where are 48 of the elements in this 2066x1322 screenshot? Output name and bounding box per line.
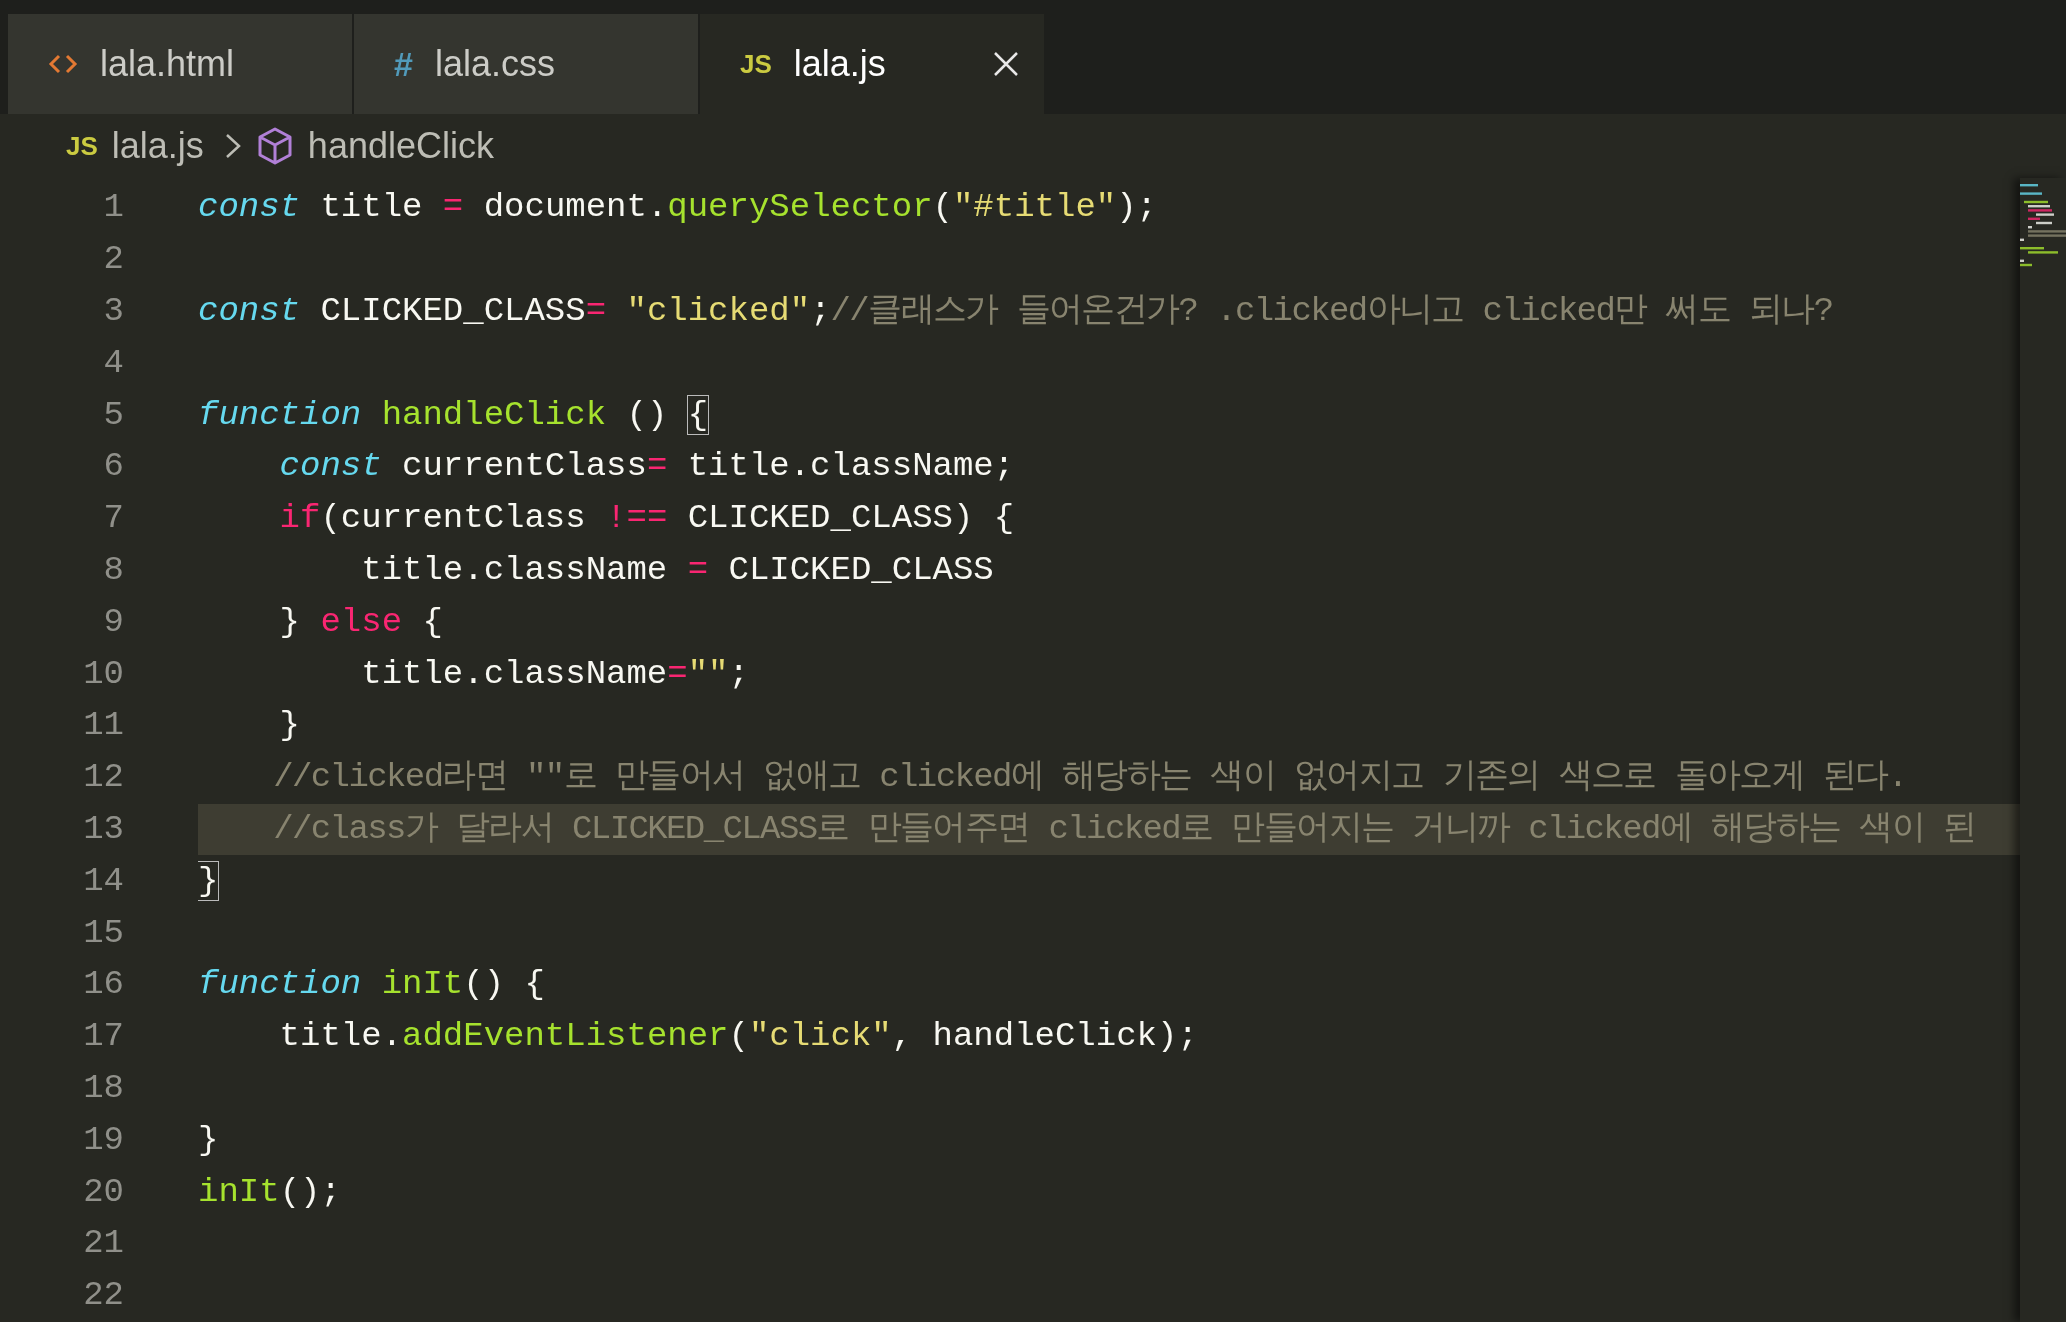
breadcrumb-item[interactable]: handleClick xyxy=(307,119,494,173)
line-number: 10 xyxy=(82,653,124,695)
line-number: 17 xyxy=(82,1016,124,1058)
code-line: const CLICKED_CLASS= "clicked";//클래스가 들어온건가? .clicked아니고 clicked만 써도 되나? xyxy=(198,291,1833,332)
js-icon: JS xyxy=(740,44,772,84)
code-line: function inIt() { xyxy=(198,964,545,1006)
code-line: } xyxy=(198,1119,219,1161)
line-number: 5 xyxy=(102,394,124,436)
line-number: 9 xyxy=(102,601,124,643)
js-icon: JS xyxy=(66,126,98,166)
editor-tab[interactable]: # lala.css xyxy=(354,14,698,114)
hash-icon: # xyxy=(394,38,413,90)
line-number: 6 xyxy=(102,446,124,488)
line-number: 21 xyxy=(82,1223,124,1265)
line-number: 14 xyxy=(82,860,124,902)
line-number: 2 xyxy=(102,239,124,281)
code-line: const currentClass= title.className; xyxy=(278,446,1015,488)
code-line: inIt(); xyxy=(198,1171,341,1213)
close-icon[interactable] xyxy=(992,50,1020,78)
line-number: 20 xyxy=(82,1171,124,1213)
line-number: 15 xyxy=(82,912,124,954)
line-number: 22 xyxy=(82,1275,124,1317)
line-number: 11 xyxy=(82,705,124,747)
line-number: 3 xyxy=(102,291,124,332)
line-number: 13 xyxy=(82,808,124,850)
line-number: 16 xyxy=(82,964,124,1006)
code-line: title.className=""; xyxy=(360,653,749,695)
code-line: function handleClick () { xyxy=(198,394,709,436)
line-number: 18 xyxy=(82,1067,124,1109)
editor-tab[interactable]: lala.html xyxy=(8,14,352,114)
code-line: const title = document.querySelector("#title"); xyxy=(198,187,1157,229)
line-number: 19 xyxy=(82,1119,124,1161)
breadcrumb-item[interactable]: lala.js xyxy=(111,119,204,173)
code-line: title.className = CLICKED_CLASS xyxy=(360,549,994,591)
code-brackets-icon xyxy=(48,52,78,76)
line-number: 12 xyxy=(82,757,124,799)
code-line: //clicked라면 ""로 만들어서 없애고 clicked에 해당하는 색이 없어지고 기존의 색으로 돌아오게 된다. xyxy=(272,757,1907,799)
line-number: 1 xyxy=(102,187,124,229)
line-number: 4 xyxy=(102,342,124,384)
code-line: //class가 달라서 CLICKED_CLASS로 만들어주면 clicked로 만들어지는 거니까 clicked에 해당하는 색이 된 xyxy=(272,808,1976,850)
code-line: } xyxy=(198,860,219,902)
line-number: 8 xyxy=(102,549,124,591)
code-line: if(currentClass !== CLICKED_CLASS) { xyxy=(278,498,1015,540)
code-line: } xyxy=(278,705,301,747)
code-line: } else { xyxy=(278,601,443,643)
line-number: 7 xyxy=(102,498,124,540)
code-line: title.addEventListener("click", handleClick); xyxy=(278,1016,1198,1058)
editor-tab[interactable]: JS lala.js xyxy=(700,14,1044,114)
